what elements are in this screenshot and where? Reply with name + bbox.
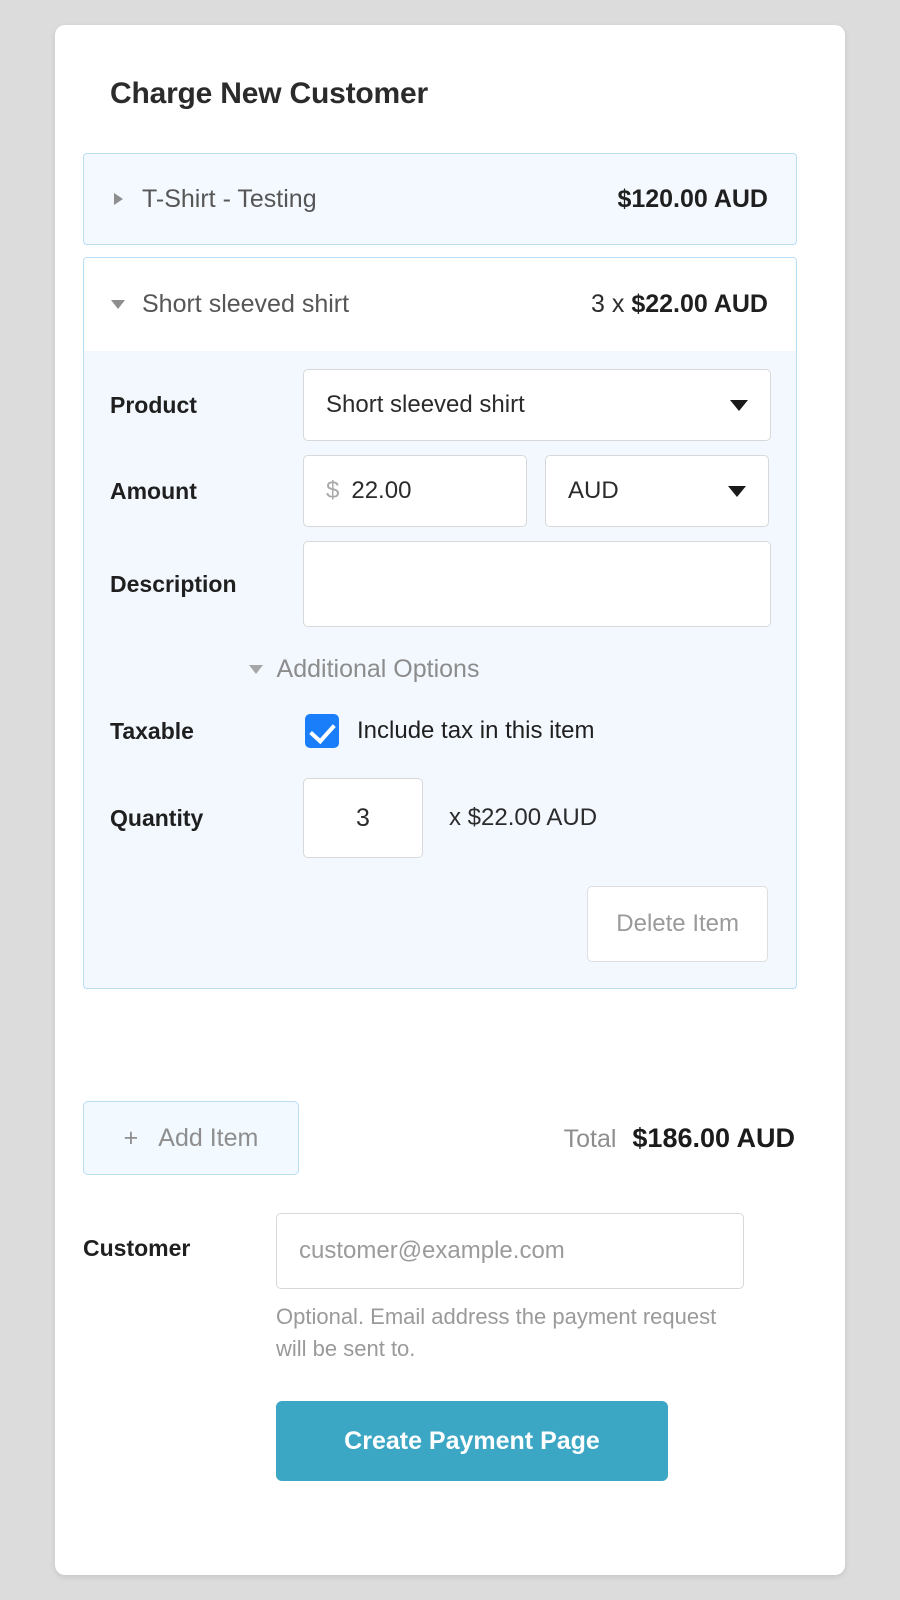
taxable-row: Taxable Include tax in this item: [110, 714, 768, 748]
line-item-header[interactable]: Short sleeved shirt 3 x $22.00 AUD: [84, 258, 796, 351]
description-label: Description: [110, 570, 237, 597]
charge-card: Charge New Customer T-Shirt - Testing $1…: [55, 25, 845, 1575]
quantity-label: Quantity: [110, 804, 204, 831]
amount-label: Amount: [110, 477, 197, 504]
taxable-checkbox-label: Include tax in this item: [357, 717, 595, 744]
triangle-down-icon[interactable]: [110, 300, 126, 309]
quantity-value: 3: [356, 803, 370, 832]
currency-select[interactable]: AUD: [545, 455, 769, 527]
add-item-button[interactable]: + Add Item: [83, 1101, 299, 1175]
submit-row: Create Payment Page: [83, 1401, 797, 1481]
quantity-unit-price: x $22.00 AUD: [449, 804, 598, 831]
description-input[interactable]: [303, 541, 771, 627]
taxable-label: Taxable: [110, 717, 194, 744]
line-item-collapsed[interactable]: T-Shirt - Testing $120.00 AUD: [83, 153, 797, 245]
product-row: Product Short sleeved shirt: [110, 369, 771, 441]
line-items-list: T-Shirt - Testing $120.00 AUD Short slee…: [83, 153, 797, 1001]
description-row: Description: [110, 541, 771, 627]
amount-input[interactable]: $ 22.00: [303, 455, 527, 527]
currency-select-value: AUD: [568, 477, 619, 504]
customer-label: Customer: [83, 1235, 191, 1261]
additional-options-label: Additional Options: [276, 655, 480, 683]
product-select[interactable]: Short sleeved shirt: [303, 369, 771, 441]
amount-value: 22.00: [351, 477, 412, 504]
product-label: Product: [110, 391, 197, 418]
product-select-value: Short sleeved shirt: [326, 391, 525, 418]
additional-options-toggle[interactable]: Additional Options: [110, 655, 768, 684]
line-item-price: 3 x $22.00 AUD: [591, 290, 768, 319]
chevron-down-icon: [730, 399, 748, 411]
total-value: $186.00 AUD: [632, 1122, 795, 1153]
customer-help-text: Optional. Email address the payment requ…: [276, 1304, 717, 1361]
line-item-qty-prefix: 3 x: [591, 290, 632, 318]
plus-icon: +: [123, 1123, 139, 1152]
line-item-header[interactable]: T-Shirt - Testing $120.00 AUD: [84, 154, 796, 244]
line-item-name: Short sleeved shirt: [142, 290, 350, 318]
add-item-label: Add Item: [158, 1123, 259, 1152]
delete-item-row: Delete Item: [110, 886, 768, 962]
chevron-down-icon: [728, 485, 746, 497]
line-item-expanded: Short sleeved shirt 3 x $22.00 AUD Produ…: [83, 257, 797, 989]
line-item-price: $120.00 AUD: [617, 185, 768, 214]
add-item-and-total-row: + Add Item Total $186.00 AUD: [83, 1101, 797, 1175]
dollar-sign-icon: $: [326, 477, 340, 504]
customer-email-placeholder: customer@example.com: [299, 1237, 565, 1264]
delete-item-button[interactable]: Delete Item: [587, 886, 768, 962]
line-item-price-amount: $120.00 AUD: [617, 184, 768, 213]
triangle-right-icon[interactable]: [110, 193, 126, 205]
line-item-name: T-Shirt - Testing: [142, 184, 317, 213]
quantity-row: Quantity 3 x $22.00 AUD: [110, 778, 768, 858]
customer-row: Customer customer@example.com Optional. …: [83, 1213, 797, 1365]
customer-email-input[interactable]: customer@example.com: [276, 1213, 744, 1289]
amount-row: Amount $ 22.00 AUD: [110, 455, 769, 527]
line-item-price-amount: $22.00 AUD: [631, 290, 768, 318]
page-title: Charge New Customer: [110, 77, 428, 110]
line-item-form: Product Short sleeved shirt Amount $ 22.…: [84, 351, 796, 988]
create-payment-page-button[interactable]: Create Payment Page: [276, 1401, 668, 1481]
taxable-checkbox[interactable]: [305, 714, 339, 748]
triangle-down-icon: [248, 665, 263, 674]
total-label: Total: [563, 1124, 617, 1153]
total-block: Total $186.00 AUD: [564, 1123, 797, 1154]
quantity-input[interactable]: 3: [303, 778, 423, 858]
